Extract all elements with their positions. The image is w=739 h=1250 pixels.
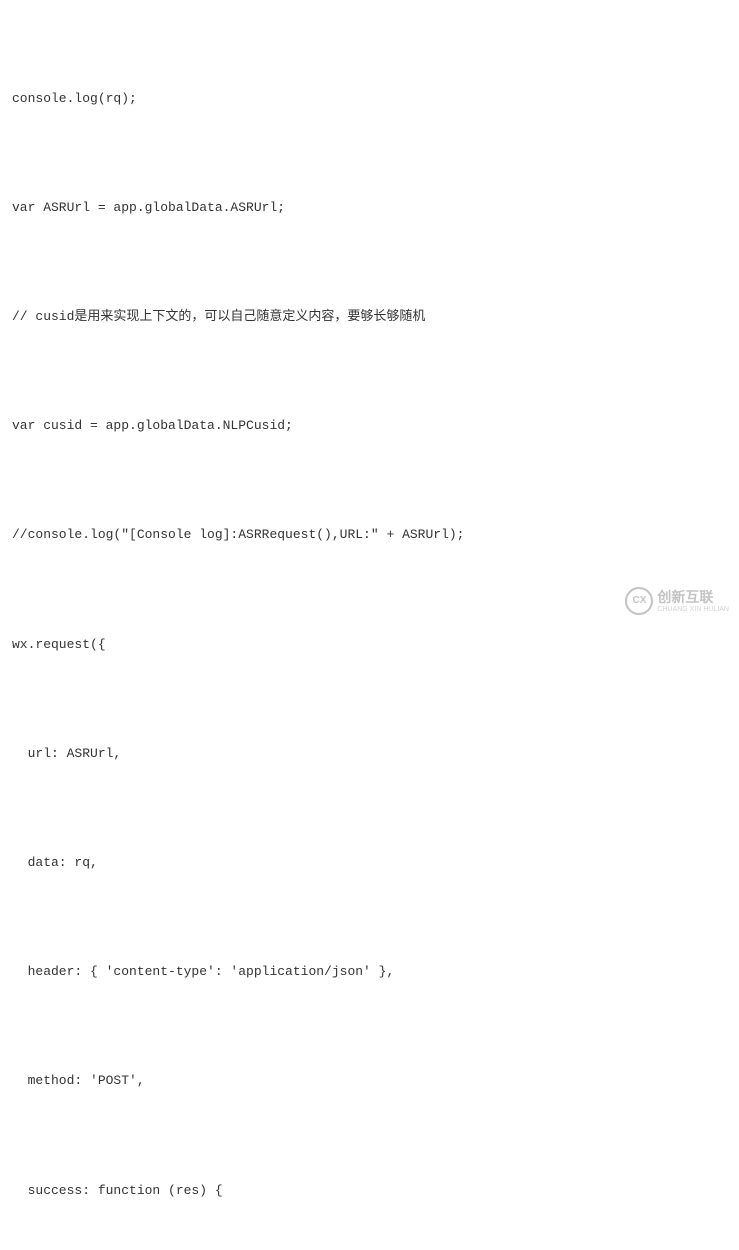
code-line: //console.log("[Console log]:ASRRequest(… xyxy=(12,517,727,553)
code-line: url: ASRUrl, xyxy=(12,736,727,772)
code-line: success: function (res) { xyxy=(12,1173,727,1209)
code-line: method: 'POST', xyxy=(12,1063,727,1099)
watermark-sub-text: CHUANG XIN HULIAN xyxy=(657,606,729,613)
code-line: var ASRUrl = app.globalData.ASRUrl; xyxy=(12,190,727,226)
watermark-label: 创新互联 CHUANG XIN HULIAN xyxy=(657,589,729,613)
watermark-logo-icon: CX xyxy=(625,587,653,615)
code-block: console.log(rq); var ASRUrl = app.global… xyxy=(12,8,727,1250)
watermark-main-text: 创新互联 xyxy=(657,589,729,606)
code-line: header: { 'content-type': 'application/j… xyxy=(12,954,727,990)
watermark-icon-text: CX xyxy=(632,587,646,615)
code-line: // cusid是用来实现上下文的，可以自己随意定义内容，要够长够随机 xyxy=(12,299,727,335)
code-line: data: rq, xyxy=(12,845,727,881)
code-line: wx.request({ xyxy=(12,627,727,663)
code-line: var cusid = app.globalData.NLPCusid; xyxy=(12,408,727,444)
code-line: console.log(rq); xyxy=(12,81,727,117)
watermark: CX 创新互联 CHUANG XIN HULIAN xyxy=(625,587,729,615)
